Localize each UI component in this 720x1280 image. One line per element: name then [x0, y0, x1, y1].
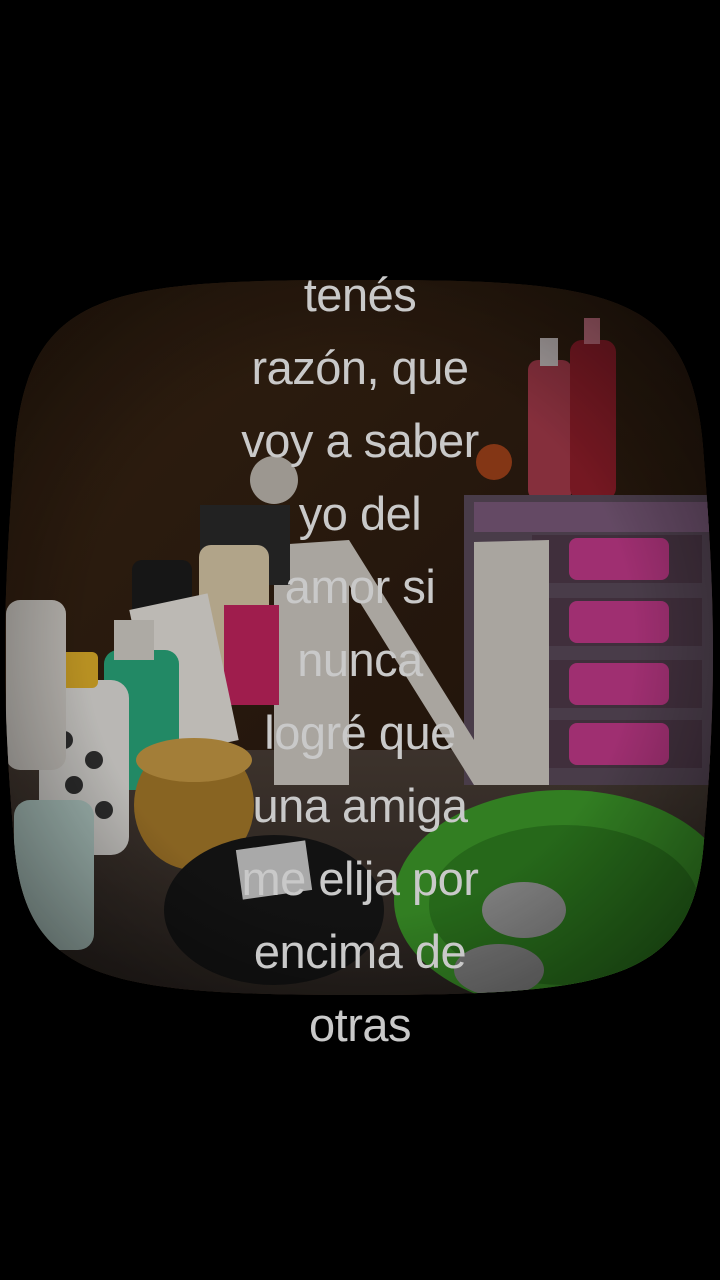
caption-line: nunca: [297, 633, 423, 686]
caption-line: encima de: [253, 925, 467, 978]
caption-line: razón, que: [251, 341, 469, 394]
caption-line: amor si: [284, 560, 436, 613]
caption-line: me elija por: [241, 852, 479, 905]
caption-line: yo del: [298, 487, 422, 540]
video-stage: tenés razón, que voy a saber yo del amor…: [0, 0, 720, 1280]
caption-line: logré que: [264, 706, 456, 759]
caption-line: tenés: [303, 268, 417, 321]
caption-text: tenés razón, que voy a saber yo del amor…: [0, 258, 720, 1061]
caption-line: otras: [309, 998, 412, 1051]
caption-line: voy a saber: [241, 414, 479, 467]
caption-line: una amiga: [252, 779, 469, 832]
